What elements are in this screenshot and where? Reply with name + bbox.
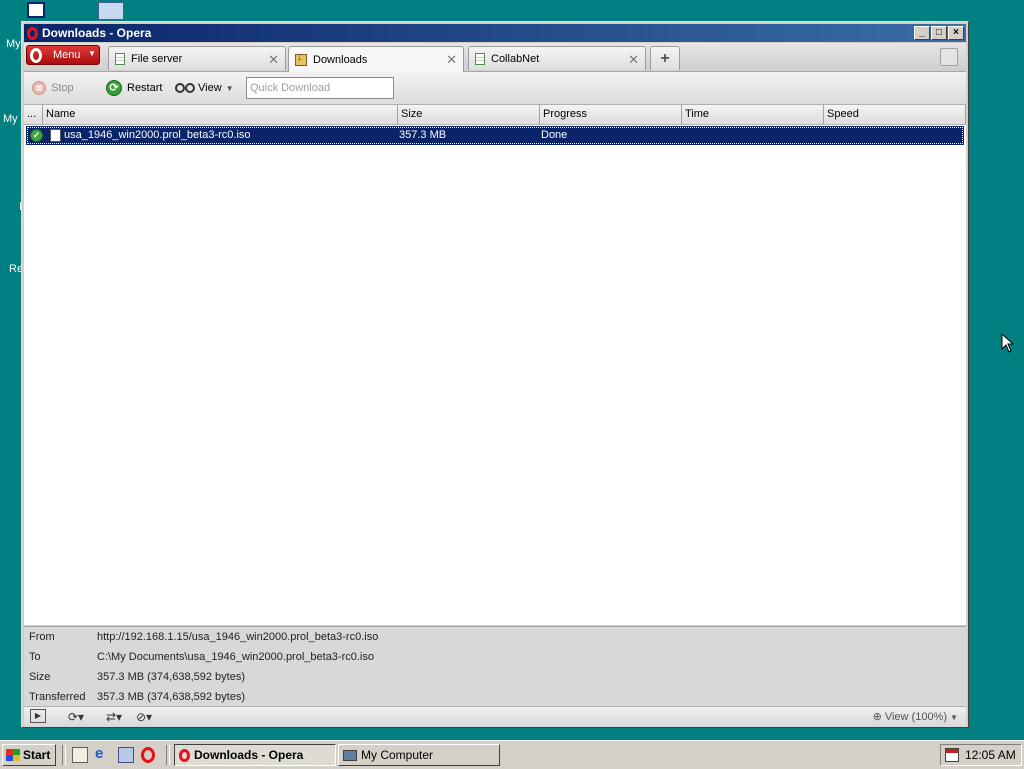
outlook-express-icon[interactable] <box>118 747 134 763</box>
binoculars-icon <box>175 83 195 93</box>
computer-icon <box>343 749 357 761</box>
close-tab-icon[interactable]: ✕ <box>628 52 639 68</box>
restart-icon: ⟳ <box>106 80 122 96</box>
opera-logo-icon <box>27 26 38 40</box>
column-header-name[interactable]: Name <box>43 105 398 124</box>
reload-menu-icon[interactable]: ⟳▾ <box>68 710 84 724</box>
close-button[interactable]: × <box>948 26 964 40</box>
network-menu-icon[interactable]: ⇄▾ <box>106 710 122 724</box>
menu-label: Menu <box>53 49 81 61</box>
tab-label: File server <box>131 52 183 65</box>
minimize-button[interactable]: _ <box>914 26 930 40</box>
desktop-icon-top-2[interactable] <box>98 2 124 20</box>
view-button[interactable]: View ▼ <box>175 78 234 98</box>
download-icon <box>295 52 307 66</box>
restart-button[interactable]: ⟳ Restart <box>106 78 162 98</box>
maximize-button[interactable]: □ <box>931 26 947 40</box>
trash-icon[interactable] <box>940 48 958 66</box>
size-value: 357.3 MB (374,638,592 bytes) <box>97 671 245 683</box>
size-label: Size <box>29 671 51 683</box>
stop-icon <box>32 81 46 95</box>
desktop-icon-top-1[interactable] <box>27 2 45 18</box>
desktop-label-2[interactable]: My <box>3 113 18 125</box>
list-header: ... Name Size Progress Time Speed <box>24 105 966 125</box>
tab-label: CollabNet <box>491 52 540 65</box>
row-size: 357.3 MB <box>399 129 447 141</box>
magnifier-icon: ⊕ <box>872 711 882 723</box>
transferred-label: Transferred <box>29 691 86 703</box>
internet-explorer-icon[interactable]: e <box>95 745 111 762</box>
to-label: To <box>29 651 41 663</box>
new-tab-button[interactable]: + <box>650 46 680 70</box>
close-tab-icon[interactable]: ✕ <box>446 52 457 68</box>
task-my-computer[interactable]: My Computer <box>338 744 500 766</box>
column-header-time[interactable]: Time <box>682 105 824 124</box>
column-header-status[interactable]: ... <box>24 105 43 124</box>
plus-icon: + <box>660 49 670 67</box>
task-label: My Computer <box>361 748 434 762</box>
system-tray: 12:05 AM <box>940 744 1022 766</box>
downloads-list: ... Name Size Progress Time Speed ✓ usa_… <box>24 105 966 625</box>
zoom-label: View (100%) <box>884 711 948 723</box>
page-icon <box>115 52 125 65</box>
block-menu-icon[interactable]: ⊘▾ <box>136 710 152 724</box>
column-header-progress[interactable]: Progress <box>540 105 682 124</box>
start-label: Start <box>23 748 51 762</box>
task-downloads-opera[interactable]: Downloads - Opera <box>174 744 336 766</box>
to-value[interactable]: C:\My Documents\usa_1946_win2000.prol_be… <box>97 651 374 663</box>
status-bar: ▶ ⟳▾ ⇄▾ ⊘▾ ⊕ View (100%) ▼ <box>24 706 966 727</box>
file-icon <box>50 129 61 142</box>
zoom-control[interactable]: ⊕ View (100%) ▼ <box>873 710 958 723</box>
close-tab-icon[interactable]: ✕ <box>268 52 279 68</box>
column-header-speed[interactable]: Speed <box>824 105 966 124</box>
tab-label: Downloads <box>313 53 368 66</box>
from-label: From <box>29 631 55 643</box>
chevron-down-icon: ▼ <box>225 83 234 93</box>
quicklaunch-separator <box>62 745 66 765</box>
menu-chevron-icon: ▼ <box>88 49 96 58</box>
stop-button[interactable]: Stop <box>32 78 74 98</box>
column-header-size[interactable]: Size <box>398 105 540 124</box>
from-value[interactable]: http://192.168.1.15/usa_1946_win2000.pro… <box>97 631 378 643</box>
windows-logo-icon <box>6 749 20 761</box>
clock[interactable]: 12:05 AM <box>965 748 1016 762</box>
row-progress: Done <box>541 129 568 141</box>
chevron-down-icon: ▼ <box>950 713 958 722</box>
check-icon: ✓ <box>30 129 43 142</box>
scheduler-icon[interactable] <box>945 748 959 762</box>
download-details: From http://192.168.1.15/usa_1946_win200… <box>24 626 966 707</box>
desktop-label-1[interactable]: My <box>6 38 21 50</box>
restart-label: Restart <box>127 82 163 94</box>
stop-label: Stop <box>51 82 74 94</box>
tab-file-server[interactable]: File server ✕ <box>108 46 286 70</box>
window-title: Downloads - Opera <box>42 26 152 40</box>
tab-downloads[interactable]: Downloads ✕ <box>288 46 464 72</box>
opera-logo-icon <box>179 748 190 762</box>
table-row[interactable]: ✓ usa_1946_win2000.prol_beta3-rc0.iso 35… <box>26 126 964 145</box>
downloads-toolbar: Stop ⟳ Restart View ▼ <box>24 72 966 105</box>
opera-quicklaunch-icon[interactable] <box>141 747 157 763</box>
show-desktop-icon[interactable] <box>72 747 88 763</box>
start-button[interactable]: Start <box>2 744 56 766</box>
page-icon <box>475 52 485 65</box>
quick-download-input[interactable] <box>246 77 394 99</box>
view-label: View <box>198 82 222 94</box>
opera-menu-icon <box>30 48 42 63</box>
tab-collabnet[interactable]: CollabNet ✕ <box>468 46 646 70</box>
opera-window: Downloads - Opera _ □ × Menu ▼ File serv… <box>21 21 969 728</box>
transferred-value: 357.3 MB (374,638,592 bytes) <box>97 691 245 703</box>
mouse-cursor-icon <box>1001 333 1015 353</box>
menu-button[interactable]: Menu ▼ <box>26 45 100 65</box>
task-label: Downloads - Opera <box>194 748 304 762</box>
panel-toggle-icon[interactable]: ▶ <box>30 709 46 723</box>
tab-strip: Menu ▼ File server ✕ Downloads ✕ CollabN… <box>24 43 966 72</box>
title-bar[interactable]: Downloads - Opera _ □ × <box>24 24 966 42</box>
taskbar: Start e Downloads - Opera My Computer 12… <box>0 740 1024 769</box>
tasks-separator <box>166 745 170 765</box>
row-name: usa_1946_win2000.prol_beta3-rc0.iso <box>64 129 251 141</box>
